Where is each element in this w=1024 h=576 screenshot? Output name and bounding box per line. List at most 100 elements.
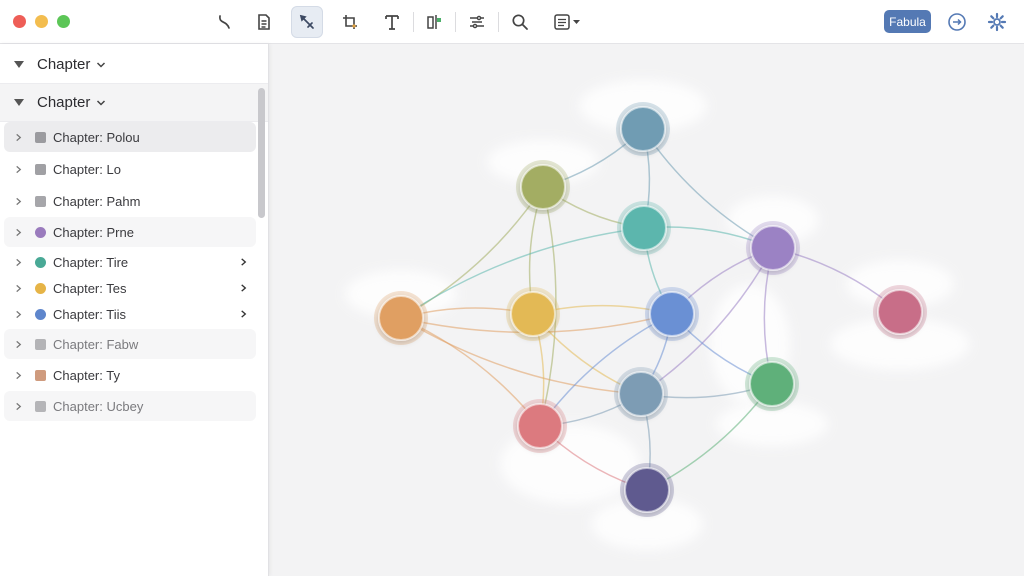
- graph-node-blue[interactable]: [645, 287, 699, 341]
- sidebar-chapter-item[interactable]: Chapter: Pahm: [4, 186, 256, 216]
- graph-node-teal[interactable]: [617, 201, 671, 255]
- sidebar-chapter-item[interactable]: Chapter: Tiis: [4, 299, 256, 329]
- graph-node-indigo[interactable]: [620, 463, 674, 517]
- graph-canvas[interactable]: [270, 44, 1024, 576]
- chapter-item-label: Chapter: Lo: [53, 161, 121, 177]
- search-button[interactable]: [504, 6, 536, 38]
- graph-node-orange[interactable]: [374, 291, 428, 345]
- document-tool-button[interactable]: [248, 6, 280, 38]
- filter-tool-icon: [470, 15, 484, 29]
- node-circle: [618, 371, 664, 417]
- chevron-right-icon: [16, 228, 22, 236]
- crop-tool-icon: [343, 15, 357, 29]
- chapter-item-label: Chapter: Fabw: [53, 336, 139, 352]
- chapter-item-label: Chapter: Tire: [53, 254, 129, 270]
- chapter-item-label: Chapter: Ty: [53, 367, 120, 383]
- chapter-group-label: Chapter: [37, 94, 91, 111]
- chapter-color-swatch: [35, 369, 46, 381]
- brand-badge[interactable]: Fabula: [884, 10, 931, 33]
- chapter-color-swatch: [35, 226, 46, 238]
- timeline-button[interactable]: [941, 6, 973, 38]
- story-graph: [345, 80, 970, 550]
- settings-button[interactable]: [981, 6, 1013, 38]
- node-circle: [378, 295, 424, 341]
- node-circle: [621, 205, 667, 251]
- settings-gear-icon: [987, 12, 1007, 32]
- view-menu-button[interactable]: [546, 6, 588, 38]
- text-tool-button[interactable]: [376, 6, 408, 38]
- disclosure-triangle-icon: [14, 99, 24, 106]
- chapter-color-swatch: [35, 195, 46, 207]
- expand-chevron-icon: [241, 310, 247, 318]
- chapter-item-label: Chapter: Tiis: [53, 306, 126, 322]
- chevron-right-icon: [16, 165, 22, 173]
- node-circle: [520, 164, 566, 210]
- node-circle: [517, 403, 563, 449]
- align-tool-button[interactable]: [418, 6, 450, 38]
- view-menu-icon: [554, 14, 580, 30]
- align-tool-icon: [427, 15, 441, 29]
- chapter-color-swatch: [35, 256, 46, 268]
- chapter-color-swatch: [35, 400, 46, 412]
- disclosure-triangle-icon: [14, 61, 24, 68]
- node-circle: [510, 291, 556, 337]
- chapter-color-swatch: [35, 282, 46, 294]
- chapter-color-swatch: [35, 131, 46, 143]
- crop-tool-button[interactable]: [334, 6, 366, 38]
- chapter-color-swatch: [35, 308, 46, 320]
- timeline-icon: [948, 13, 966, 31]
- sidebar-chapter-item[interactable]: Chapter: Ty: [4, 360, 256, 390]
- chapter-group-header[interactable]: Chapter: [0, 46, 268, 84]
- chapter-group-header[interactable]: Chapter: [0, 84, 268, 122]
- sidebar-chapter-item[interactable]: Chapter: Lo: [4, 154, 256, 184]
- graph-node-violet[interactable]: [746, 221, 800, 275]
- chapter-item-label: Chapter: Polou: [53, 129, 140, 145]
- graph-node-green[interactable]: [745, 357, 799, 411]
- filter-tool-button[interactable]: [461, 6, 493, 38]
- chevron-right-icon: [16, 340, 22, 348]
- chevron-right-icon: [16, 284, 22, 292]
- document-icon: [258, 14, 270, 30]
- node-circle: [750, 225, 796, 271]
- graph-node-gold[interactable]: [506, 287, 560, 341]
- curve-tool-button[interactable]: [208, 6, 240, 38]
- graph-node-slate[interactable]: [616, 102, 670, 156]
- chevron-right-icon: [16, 133, 22, 141]
- sidebar-scrollbar[interactable]: [258, 88, 265, 218]
- node-circle: [749, 361, 795, 407]
- chevron-down-icon: [97, 61, 106, 68]
- chapter-item-label: Chapter: Ucbey: [53, 398, 144, 414]
- toolbar-divider: [455, 12, 456, 32]
- close-window-button[interactable]: [13, 15, 26, 28]
- node-circle: [877, 289, 923, 335]
- expand-chevron-icon: [241, 258, 247, 266]
- chapter-sidebar: Chapter Chapter Chapter: Polou Chapter: L…: [0, 44, 269, 576]
- text-tool-icon: [385, 15, 399, 30]
- graph-node-steel[interactable]: [614, 367, 668, 421]
- sidebar-chapter-item[interactable]: Chapter: Prne: [4, 217, 256, 247]
- chapter-color-swatch: [35, 338, 46, 350]
- sidebar-chapter-item[interactable]: Chapter: Polou: [4, 122, 256, 152]
- pen-tool-button[interactable]: [291, 6, 323, 38]
- chevron-right-icon: [16, 310, 22, 318]
- zoom-window-button[interactable]: [57, 15, 70, 28]
- sidebar-chapter-item[interactable]: Chapter: Ucbey: [4, 391, 256, 421]
- graph-node-coral[interactable]: [513, 399, 567, 453]
- toolbar-divider: [498, 12, 499, 32]
- chevron-right-icon: [16, 371, 22, 379]
- search-icon: [512, 14, 528, 30]
- chevron-right-icon: [16, 258, 22, 266]
- chapter-item-label: Chapter: Prne: [53, 224, 134, 240]
- node-circle: [649, 291, 695, 337]
- chapter-item-label: Chapter: Tes: [53, 280, 127, 296]
- chevron-right-icon: [16, 402, 22, 410]
- graph-node-olive[interactable]: [516, 160, 570, 214]
- graph-node-rose[interactable]: [873, 285, 927, 339]
- chapter-color-swatch: [35, 163, 46, 175]
- sidebar-chapter-item[interactable]: Chapter: Fabw: [4, 329, 256, 359]
- chapter-group-label: Chapter: [37, 56, 91, 73]
- node-circle: [624, 467, 670, 513]
- toolbar: Fabula: [0, 0, 1024, 44]
- minimize-window-button[interactable]: [35, 15, 48, 28]
- expand-chevron-icon: [241, 284, 247, 292]
